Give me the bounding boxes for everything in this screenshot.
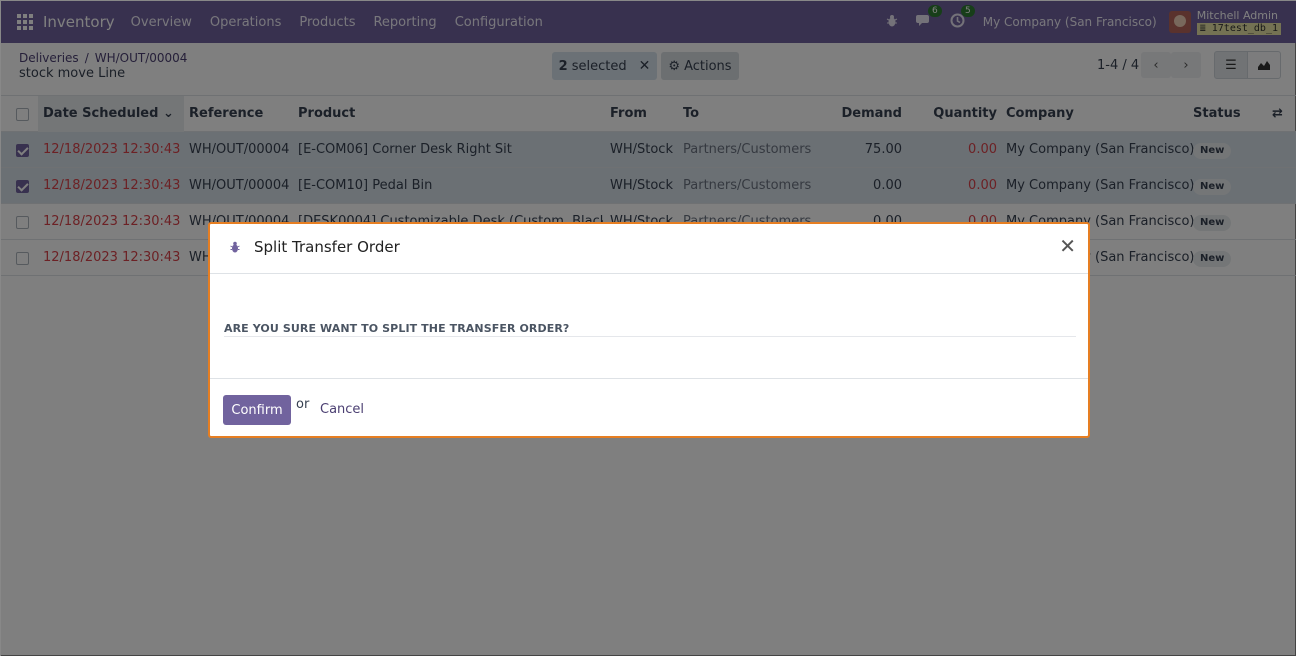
divider xyxy=(224,336,1076,337)
split-transfer-dialog: Split Transfer Order ✕ ARE YOU SURE WANT… xyxy=(208,222,1090,438)
modal-header: Split Transfer Order ✕ xyxy=(210,224,1088,274)
or-text: or xyxy=(296,397,310,412)
modal-body: ARE YOU SURE WANT TO SPLIT THE TRANSFER … xyxy=(210,275,1088,379)
confirmation-question: ARE YOU SURE WANT TO SPLIT THE TRANSFER … xyxy=(224,322,570,335)
confirm-button[interactable]: Confirm xyxy=(223,395,291,425)
modal-footer: Confirm or Cancel xyxy=(210,380,1088,438)
close-icon[interactable]: ✕ xyxy=(1059,236,1076,256)
cancel-link[interactable]: Cancel xyxy=(320,402,364,417)
bug-icon xyxy=(230,241,240,253)
modal-title: Split Transfer Order xyxy=(254,238,400,256)
